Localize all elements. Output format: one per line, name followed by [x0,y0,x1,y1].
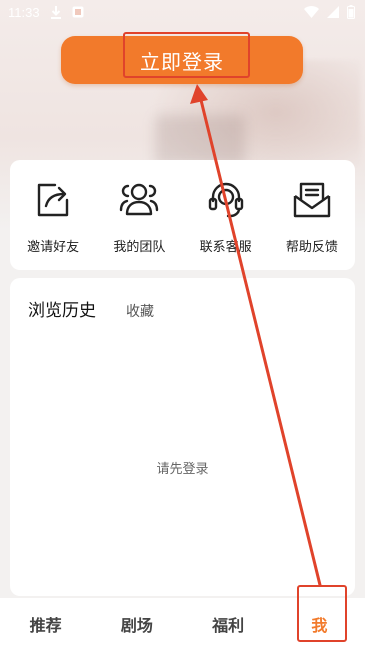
invite-friends-button[interactable]: 邀请好友 [13,178,93,255]
battery-icon [347,5,355,19]
status-time: 11:33 [8,4,40,20]
share-icon [31,178,75,222]
download-icon [50,5,62,19]
status-right [304,5,355,19]
contact-service-button[interactable]: 联系客服 [186,178,266,255]
history-card: 浏览历史 收藏 请先登录 [10,278,355,596]
nav-item-recommend[interactable]: 推荐 [11,612,81,636]
mail-icon [290,178,334,222]
my-team-label: 我的团队 [113,240,166,255]
contact-service-label: 联系客服 [199,240,252,255]
nav-item-theater[interactable]: 剧场 [102,612,172,636]
blurred-banner-shadow [155,115,245,165]
help-feedback-label: 帮助反馈 [285,240,338,255]
tab-favorites[interactable]: 收藏 [126,301,154,321]
team-icon [117,178,161,222]
notification-icon [72,6,84,18]
invite-friends-label: 邀请好友 [27,240,80,255]
signal-icon [327,6,339,18]
headset-icon [204,178,248,222]
quick-actions-card: 邀请好友 我的团队 联系客服 帮助反馈 [10,160,355,270]
annotation-box-me [297,585,347,642]
wifi-icon [304,6,319,18]
content-tabs: 浏览历史 收藏 [28,296,154,321]
tab-history[interactable]: 浏览历史 [28,296,96,321]
nav-item-welfare[interactable]: 福利 [193,612,263,636]
status-bar: 11:33 [0,0,365,24]
status-left: 11:33 [8,5,84,20]
login-prompt-text: 请先登录 [156,462,209,477]
my-team-button[interactable]: 我的团队 [99,178,179,255]
annotation-box-login [123,32,250,78]
help-feedback-button[interactable]: 帮助反馈 [272,178,352,255]
